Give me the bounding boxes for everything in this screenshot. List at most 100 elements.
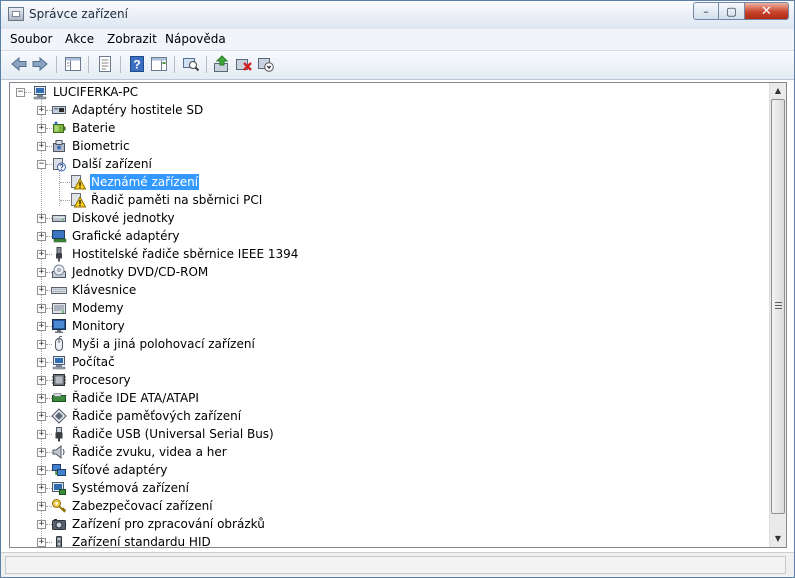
status-text [5,556,786,574]
tree-node-usb[interactable]: + Řadiče USB (Universal Serial Bus) [10,426,750,444]
scroll-up-button[interactable]: ▲ [770,83,786,99]
tree-node-battery[interactable]: + Baterie [10,120,750,138]
expand-sd-host-expander[interactable]: + [37,106,46,115]
console-tree-icon[interactable] [64,55,82,73]
tree-node-label: Adaptéry hostitele SD [72,103,204,117]
keyboard-icon [51,287,67,294]
tree-node-label: Počítač [72,355,115,369]
expand-speaker-expander[interactable]: + [37,448,46,457]
tree-node-ieee1394[interactable]: + Hostitelské řadiče sběrnice IEEE 1394 [10,246,750,264]
tree-node-mouse[interactable]: + Myši a jiná polohovací zařízení [10,336,750,354]
expand-hid-expander[interactable]: + [37,538,46,547]
forward-button[interactable] [31,55,49,73]
tree-node-dvd-drive[interactable]: + Jednotky DVD/CD-ROM [10,264,750,282]
expand-display-adapter-expander[interactable]: + [37,232,46,241]
expand-modem-expander[interactable]: + [37,304,46,313]
tree-node-label: Zařízení standardu HID [72,535,211,547]
expand-computer-expander[interactable]: + [37,358,46,367]
tree-node-label: Řadiče IDE ATA/ATAPI [72,391,199,405]
properties-icon[interactable] [96,55,114,73]
tree-node-system-device[interactable]: + Systémová zařízení [10,480,750,498]
disable-icon[interactable] [257,55,275,73]
update-driver-icon[interactable] [213,55,231,73]
ieee1394-icon [56,247,62,262]
imaging-device-icon [52,519,66,530]
minimize-button[interactable]: – [693,2,719,20]
expand-mouse-expander[interactable]: + [37,340,46,349]
close-button[interactable]: ✕ [745,2,789,20]
scan-hardware-icon[interactable] [182,55,200,73]
menu-akce[interactable]: Akce [65,32,94,46]
collapse-root-expander[interactable]: − [16,88,25,97]
maximize-button[interactable]: ▢ [719,2,745,20]
expand-dvd-drive-expander[interactable]: + [37,268,46,277]
tree-node-ide-controller[interactable]: + Řadiče IDE ATA/ATAPI [10,390,750,408]
expand-usb-expander[interactable]: + [37,430,46,439]
expand-monitor-expander[interactable]: + [37,322,46,331]
tree-node-label: Procesory [72,373,131,387]
tree-node-other-devices[interactable]: −? Další zařízení [10,156,750,174]
tree-node-storage-controller[interactable]: + Řadiče paměťových zařízení [10,408,750,426]
scroll-thumb[interactable] [771,99,785,514]
window-title: Správce zařízení [29,7,128,21]
menu-soubor[interactable]: Soubor [10,32,52,46]
action-pane-icon[interactable] [150,55,168,73]
menu-zobrazit[interactable]: Zobrazit [107,32,157,46]
expand-battery-expander[interactable]: + [37,124,46,133]
tree-child-tree-node-warning-device[interactable]: Řadič paměti na sběrnici PCI [10,192,750,210]
tree-node-label: Myši a jiná polohovací zařízení [72,337,255,351]
expand-network-adapter-expander[interactable]: + [37,466,46,475]
expand-processor-expander[interactable]: + [37,376,46,385]
expand-storage-controller-expander[interactable]: + [37,412,46,421]
tree-node-hid[interactable]: + Zařízení standardu HID [10,534,750,547]
scroll-down-button[interactable]: ▼ [770,531,786,547]
device-manager-window: Správce zařízení – ▢ ✕ Soubor Akce Zobra… [0,0,795,578]
tree-node-label: Diskové jednotky [72,211,175,225]
expand-keyboard-expander[interactable]: + [37,286,46,295]
tree-root-label: LUCIFERKA-PC [53,85,139,99]
uninstall-icon[interactable] [235,55,253,73]
warning-device-icon [71,175,86,190]
tree-node-display-adapter[interactable]: + Grafické adaptéry [10,228,750,246]
svg-text:?: ? [133,58,140,72]
menu-napoveda[interactable]: Nápověda [165,32,226,46]
expand-security-device-expander[interactable]: + [37,502,46,511]
tree-root[interactable]: − LUCIFERKA-PC [10,84,750,102]
network-adapter-icon [52,464,66,476]
tree-node-imaging-device[interactable]: + Zařízení pro zpracování obrázků [10,516,750,534]
tree-child-tree-node-warning-device[interactable]: Neznámé zařízení [10,174,750,192]
expand-ieee1394-expander[interactable]: + [37,250,46,259]
tree-node-computer[interactable]: + Počítač [10,354,750,372]
expand-other-devices-expander[interactable]: − [37,160,46,169]
tree-node-biometric[interactable]: + Biometric [10,138,750,156]
expand-biometric-expander[interactable]: + [37,142,46,151]
tree-node-security-device[interactable]: + Zabezpečovací zařízení [10,498,750,516]
device-tree[interactable]: − LUCIFERKA-PC + Adaptéry hostitele SD + Bate… [10,83,769,547]
tree-node-keyboard[interactable]: + Klávesnice [10,282,750,300]
tree-node-processor[interactable]: + Procesory [10,372,750,390]
battery-icon [53,121,66,133]
expand-system-device-expander[interactable]: + [37,484,46,493]
help-icon[interactable]: ? [128,55,146,73]
tree-node-label: Systémová zařízení [72,481,189,495]
other-devices-icon: ? [53,158,66,172]
tree-node-sd-host[interactable]: + Adaptéry hostitele SD [10,102,750,120]
expand-ide-controller-expander[interactable]: + [37,394,46,403]
warning-device-icon [71,193,86,208]
tree-node-network-adapter[interactable]: + Síťové adaptéry [10,462,750,480]
speaker-icon [52,444,65,460]
expand-disk-drive-expander[interactable]: + [37,214,46,223]
expand-imaging-device-expander[interactable]: + [37,520,46,529]
tree-node-label: Řadiče paměťových zařízení [72,409,242,423]
tree-node-label: Monitory [72,319,125,333]
tree-node-modem[interactable]: + Modemy [10,300,750,318]
dvd-drive-icon [52,264,66,278]
back-button[interactable] [10,55,28,73]
title-bar[interactable]: Správce zařízení – ▢ ✕ [1,1,794,30]
tree-node-speaker[interactable]: + Řadiče zvuku, videa a her [10,444,750,462]
tree-node-monitor[interactable]: + Monitory [10,318,750,336]
tree-node-disk-drive[interactable]: + Diskové jednotky [10,210,750,228]
tree-node-label: Zařízení pro zpracování obrázků [72,517,265,531]
computer-icon [33,86,47,100]
vertical-scrollbar[interactable]: ▲ ▼ [769,83,786,547]
